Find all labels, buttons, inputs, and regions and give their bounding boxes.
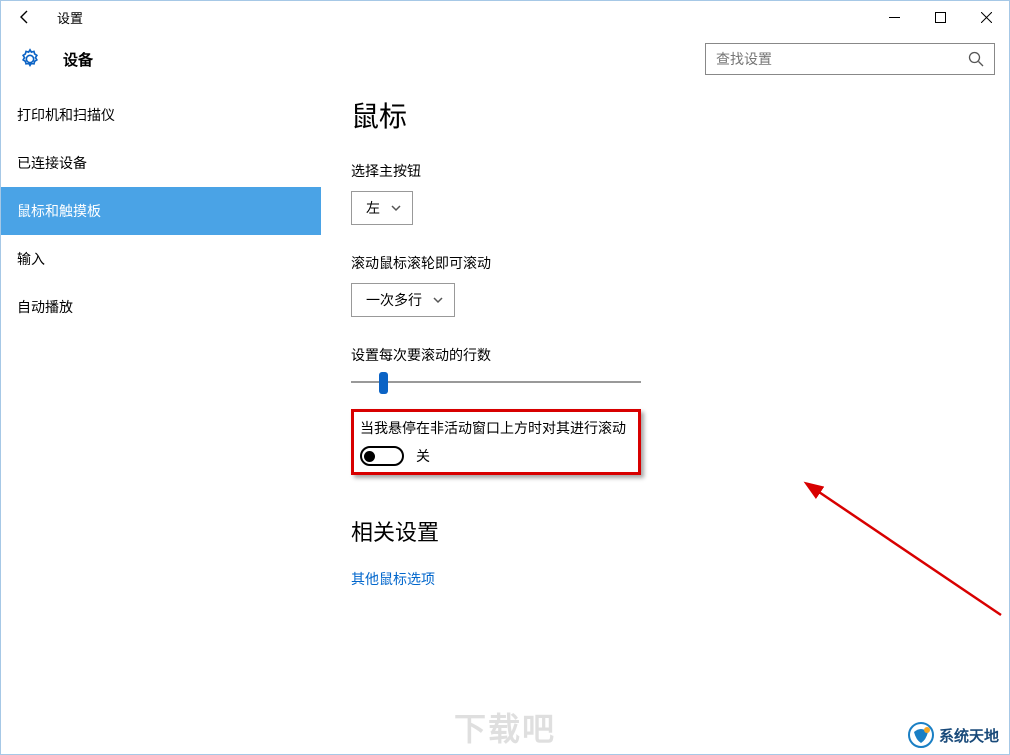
maximize-button[interactable] bbox=[917, 1, 963, 33]
sidebar-item-label: 输入 bbox=[17, 249, 45, 269]
globe-icon bbox=[908, 722, 934, 748]
watermark-center: 下载吧 bbox=[454, 704, 556, 750]
primary-button-select[interactable]: 左 bbox=[351, 191, 413, 225]
close-button[interactable] bbox=[963, 1, 1009, 33]
inactive-hover-state: 关 bbox=[416, 446, 430, 466]
sidebar-item-label: 已连接设备 bbox=[17, 153, 87, 173]
primary-button-value: 左 bbox=[366, 198, 380, 218]
annotation-arrow-icon bbox=[801, 475, 1010, 625]
lines-per-scroll-slider[interactable] bbox=[351, 381, 641, 383]
minimize-icon bbox=[889, 12, 900, 23]
watermark-corner: 系统天地 bbox=[908, 722, 999, 748]
search-icon bbox=[968, 51, 984, 67]
search-input[interactable] bbox=[706, 51, 968, 67]
minimize-button[interactable] bbox=[871, 1, 917, 33]
close-icon bbox=[981, 12, 992, 23]
gear-icon bbox=[19, 48, 41, 70]
sidebar-item-label: 自动播放 bbox=[17, 297, 73, 317]
inactive-hover-toggle[interactable] bbox=[360, 446, 404, 466]
sidebar: 打印机和扫描仪 已连接设备 鼠标和触摸板 输入 自动播放 bbox=[1, 85, 321, 754]
related-settings-title: 相关设置 bbox=[351, 515, 1009, 547]
scroll-mode-label: 滚动鼠标滚轮即可滚动 bbox=[351, 253, 1009, 273]
primary-button-label: 选择主按钮 bbox=[351, 161, 1009, 181]
sidebar-item-label: 打印机和扫描仪 bbox=[17, 105, 115, 125]
sidebar-item-mouse[interactable]: 鼠标和触摸板 bbox=[1, 187, 321, 235]
annotation-highlight: 当我悬停在非活动窗口上方时对其进行滚动 关 bbox=[351, 409, 641, 475]
inactive-hover-label: 当我悬停在非活动窗口上方时对其进行滚动 bbox=[360, 418, 626, 438]
watermark-text: 系统天地 bbox=[939, 725, 999, 746]
toggle-knob bbox=[364, 451, 375, 462]
sidebar-item-label: 鼠标和触摸板 bbox=[17, 201, 101, 221]
sidebar-item-autoplay[interactable]: 自动播放 bbox=[1, 283, 321, 331]
search-box[interactable] bbox=[705, 43, 995, 75]
sidebar-item-typing[interactable]: 输入 bbox=[1, 235, 321, 283]
scroll-mode-value: 一次多行 bbox=[366, 290, 422, 310]
lines-per-scroll-label: 设置每次要滚动的行数 bbox=[351, 345, 1009, 365]
sidebar-item-connected[interactable]: 已连接设备 bbox=[1, 139, 321, 187]
arrow-left-icon bbox=[17, 9, 33, 25]
window-title: 设置 bbox=[57, 8, 83, 27]
sidebar-item-printers[interactable]: 打印机和扫描仪 bbox=[1, 91, 321, 139]
page-title: 鼠标 bbox=[351, 95, 1009, 135]
maximize-icon bbox=[935, 12, 946, 23]
back-button[interactable] bbox=[1, 1, 49, 33]
scroll-mode-select[interactable]: 一次多行 bbox=[351, 283, 455, 317]
header-title: 设备 bbox=[63, 49, 93, 70]
chevron-down-icon bbox=[390, 202, 402, 214]
chevron-down-icon bbox=[432, 294, 444, 306]
other-mouse-options-link[interactable]: 其他鼠标选项 bbox=[351, 569, 1009, 589]
slider-thumb[interactable] bbox=[379, 372, 388, 394]
